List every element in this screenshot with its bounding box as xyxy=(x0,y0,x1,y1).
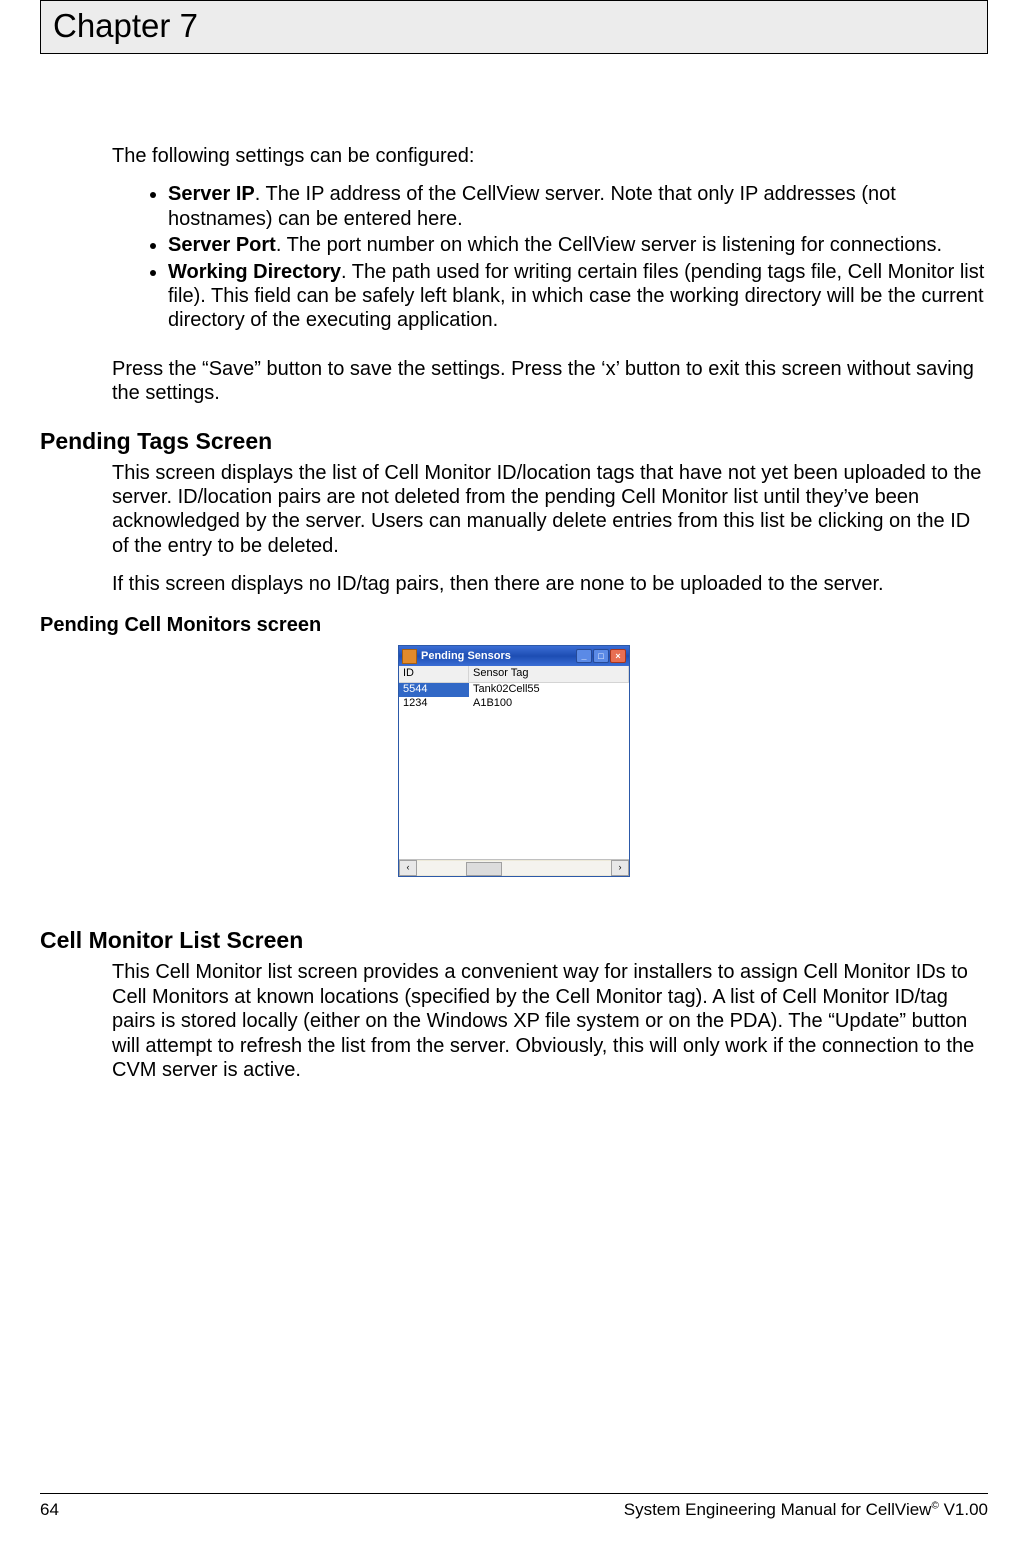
app-icon xyxy=(402,649,417,664)
cell-tag: A1B100 xyxy=(469,697,629,711)
bullet-server-ip: Server IP. The IP address of the CellVie… xyxy=(168,182,988,231)
list-column-headers: ID Sensor Tag xyxy=(399,666,629,683)
scroll-right-arrow-icon[interactable]: › xyxy=(611,860,629,876)
scroll-track[interactable] xyxy=(417,861,611,875)
cellmon-paragraph-1: This Cell Monitor list screen provides a… xyxy=(112,960,988,1082)
cellmon-body: This Cell Monitor list screen provides a… xyxy=(112,960,988,1082)
footer-text-b: V1.00 xyxy=(939,1500,988,1519)
chapter-header-box: Chapter 7 xyxy=(40,0,988,54)
pending-sensors-window: Pending Sensors _ □ × ID Sensor Tag 5544… xyxy=(398,645,630,877)
page: Chapter 7 The following settings can be … xyxy=(0,0,1028,1542)
footer-copyright-icon: © xyxy=(931,1500,938,1511)
list-row[interactable]: 5544 Tank02Cell55 xyxy=(399,683,629,697)
cell-tag: Tank02Cell55 xyxy=(469,683,629,697)
pending-sensors-screenshot: Pending Sensors _ □ × ID Sensor Tag 5544… xyxy=(40,645,988,877)
chapter-title: Chapter 7 xyxy=(53,7,975,45)
scroll-thumb[interactable] xyxy=(466,862,502,876)
pending-cellmon-subheading: Pending Cell Monitors screen xyxy=(40,614,988,637)
cell-id: 1234 xyxy=(399,697,469,711)
bullet-text: . The port number on which the CellView … xyxy=(276,234,942,256)
maximize-button[interactable]: □ xyxy=(593,649,609,663)
pending-paragraph-1: This screen displays the list of Cell Mo… xyxy=(112,461,988,559)
column-header-id[interactable]: ID xyxy=(399,666,469,682)
cell-id: 5544 xyxy=(399,683,469,697)
footer-text-a: System Engineering Manual for CellView xyxy=(624,1500,932,1519)
intro-paragraph: The following settings can be configured… xyxy=(112,144,988,168)
save-instruction-paragraph: Press the “Save” button to save the sett… xyxy=(112,357,988,406)
window-buttons: _ □ × xyxy=(576,649,626,663)
scroll-left-arrow-icon[interactable]: ‹ xyxy=(399,860,417,876)
window-titlebar: Pending Sensors _ □ × xyxy=(399,646,629,666)
page-footer: 64 System Engineering Manual for CellVie… xyxy=(40,1493,988,1520)
footer-right: System Engineering Manual for CellView© … xyxy=(624,1500,988,1520)
bullet-label: Server Port xyxy=(168,234,276,256)
window-client-area: ID Sensor Tag 5544 Tank02Cell55 1234 A1B… xyxy=(399,666,629,876)
bullet-label: Working Directory xyxy=(168,261,341,283)
horizontal-scrollbar[interactable]: ‹ › xyxy=(399,859,629,876)
pending-tags-heading: Pending Tags Screen xyxy=(40,428,988,455)
bullet-working-directory: Working Directory. The path used for wri… xyxy=(168,260,988,333)
window-title: Pending Sensors xyxy=(421,650,576,662)
settings-bullet-list: Server IP. The IP address of the CellVie… xyxy=(112,182,988,332)
page-number: 64 xyxy=(40,1500,59,1520)
column-header-sensor-tag[interactable]: Sensor Tag xyxy=(469,666,629,682)
bullet-server-port: Server Port. The port number on which th… xyxy=(168,233,988,257)
pending-paragraph-2: If this screen displays no ID/tag pairs,… xyxy=(112,572,988,596)
minimize-button[interactable]: _ xyxy=(576,649,592,663)
close-button[interactable]: × xyxy=(610,649,626,663)
bullet-label: Server IP xyxy=(168,183,255,205)
cell-monitor-list-heading: Cell Monitor List Screen xyxy=(40,927,988,954)
list-row[interactable]: 1234 A1B100 xyxy=(399,697,629,711)
body-block-1: The following settings can be configured… xyxy=(112,144,988,406)
bullet-text: . The IP address of the CellView server.… xyxy=(168,183,896,229)
pending-body: This screen displays the list of Cell Mo… xyxy=(112,461,988,597)
